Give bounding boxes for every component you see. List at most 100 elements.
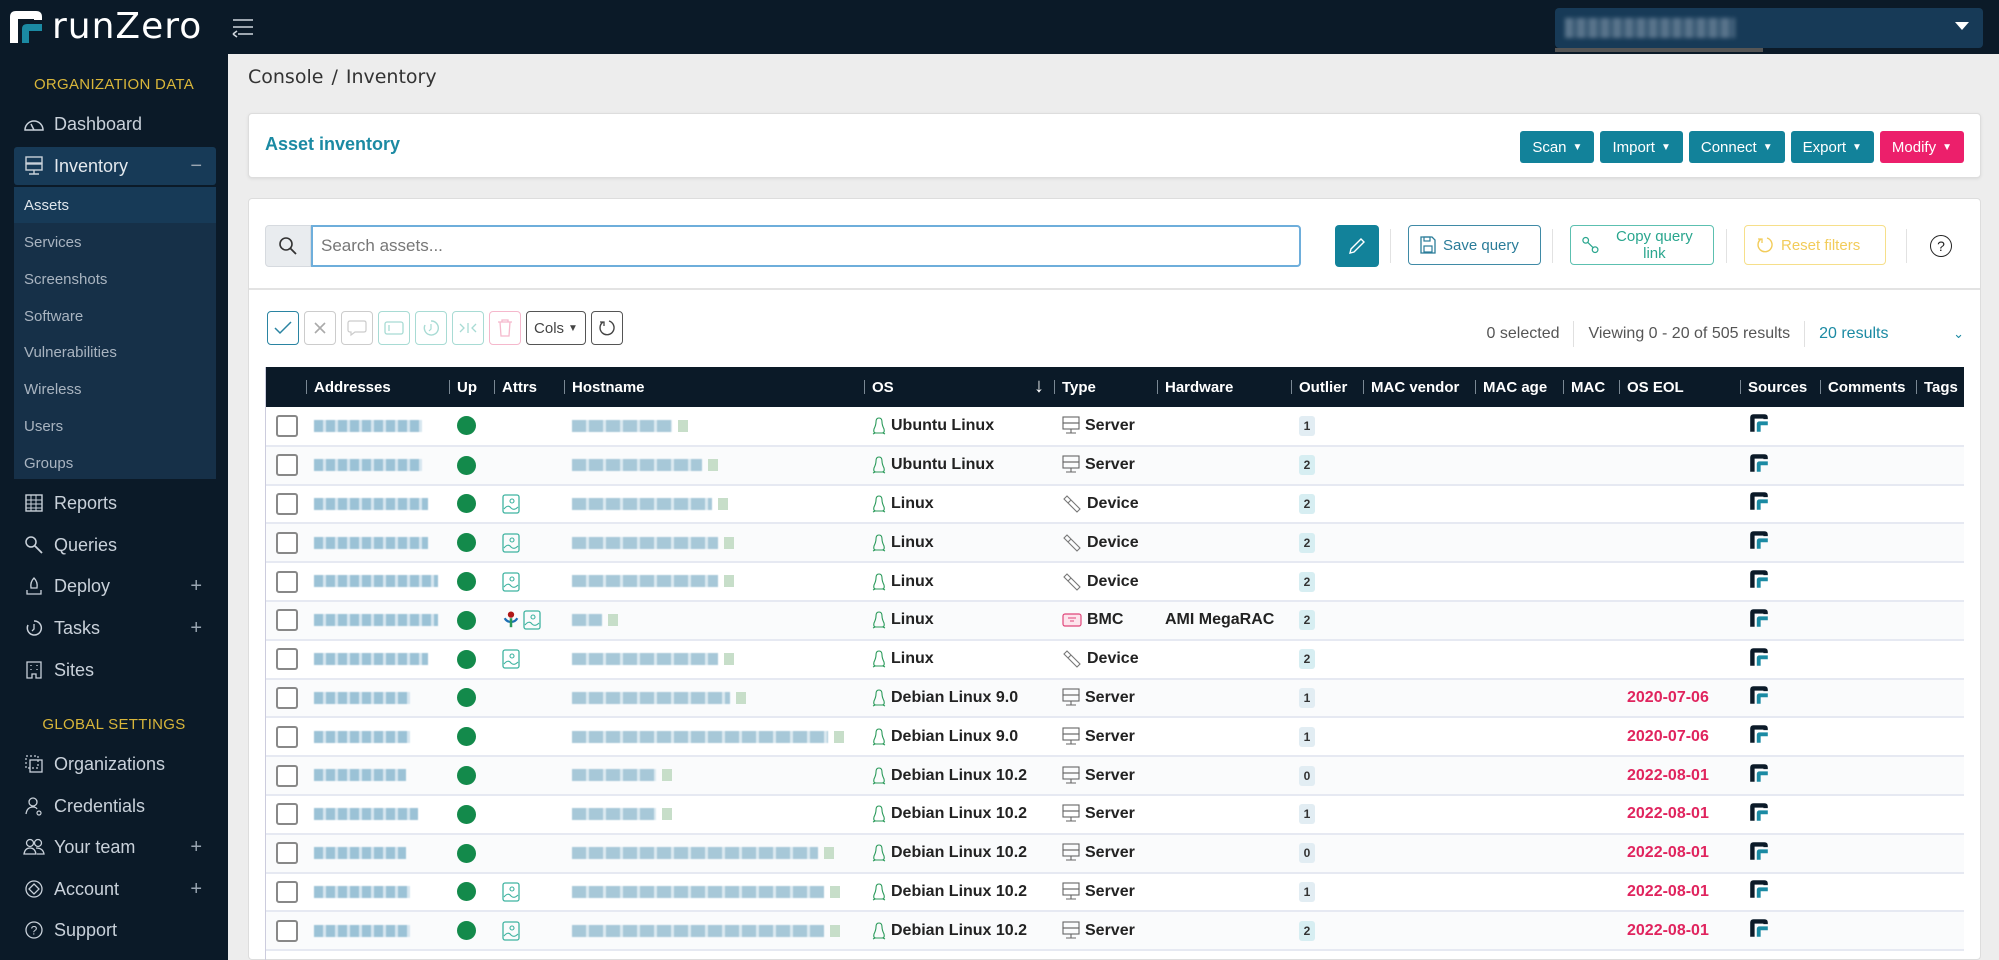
sidebar-item-sites[interactable]: Sites: [14, 651, 216, 689]
hostname-cell[interactable]: [564, 717, 864, 756]
outlier-badge[interactable]: 0: [1299, 765, 1315, 786]
table-row[interactable]: Debian Linux 10.2 Server 1 2022-08-01: [266, 873, 1964, 912]
table-row[interactable]: Linux Device 2: [266, 523, 1964, 563]
address-redacted[interactable]: [314, 769, 406, 782]
os-cell[interactable]: Debian Linux 10.2: [864, 911, 1054, 950]
sidebar-item-dashboard[interactable]: Dashboard: [14, 105, 216, 143]
column-header-os-eol[interactable]: OS EOL: [1619, 367, 1740, 407]
runzero-source-icon[interactable]: [1748, 607, 1770, 629]
sidebar-item-deploy[interactable]: Deploy +: [14, 567, 216, 605]
column-header-hardware[interactable]: Hardware: [1157, 367, 1291, 407]
column-header-mac-vendor[interactable]: MAC vendor: [1363, 367, 1475, 407]
os-cell[interactable]: Linux: [864, 523, 1054, 562]
type-cell[interactable]: BMC: [1054, 601, 1157, 640]
save-query-button[interactable]: Save query: [1408, 225, 1541, 265]
outlier-badge[interactable]: 1: [1299, 881, 1315, 902]
sidebar-subitem-vulnerabilities[interactable]: Vulnerabilities: [14, 334, 216, 370]
runzero-source-icon[interactable]: [1748, 412, 1770, 434]
address-redacted[interactable]: [314, 419, 422, 432]
address-cell[interactable]: [306, 446, 449, 485]
type-cell[interactable]: Server: [1054, 834, 1157, 873]
hostname-cell[interactable]: [564, 640, 864, 679]
merge-button[interactable]: [452, 311, 484, 345]
hostname-redacted[interactable]: [572, 575, 718, 588]
screenshot-icon[interactable]: [523, 610, 541, 631]
outlier-badge[interactable]: 1: [1299, 687, 1315, 708]
collapse-menu-icon[interactable]: [230, 16, 256, 38]
address-redacted[interactable]: [314, 846, 406, 859]
table-row[interactable]: Debian Linux 10.2 Server 0 2022-08-01: [266, 756, 1964, 795]
scan-button[interactable]: Scan ▼: [1520, 131, 1595, 163]
delete-button[interactable]: [489, 311, 521, 345]
address-cell[interactable]: [306, 601, 449, 640]
address-cell[interactable]: [306, 485, 449, 524]
type-cell[interactable]: Server: [1054, 446, 1157, 485]
export-button[interactable]: Export ▼: [1790, 131, 1874, 163]
address-redacted[interactable]: [314, 458, 422, 471]
address-redacted[interactable]: [314, 885, 410, 898]
runzero-source-icon[interactable]: [1748, 801, 1770, 823]
columns-dropdown[interactable]: Cols ▼: [526, 311, 586, 345]
table-row[interactable]: Ubuntu Linux Server 1: [266, 407, 1964, 446]
os-cell[interactable]: Ubuntu Linux: [864, 446, 1054, 485]
outlier-badge[interactable]: 0: [1299, 843, 1315, 864]
edit-query-button[interactable]: [1335, 225, 1379, 267]
hostname-redacted[interactable]: [572, 419, 672, 432]
outlier-badge[interactable]: 1: [1299, 415, 1315, 436]
sidebar-subitem-wireless[interactable]: Wireless: [14, 371, 216, 407]
hostname-redacted[interactable]: [572, 691, 730, 704]
hardware-cell[interactable]: [1157, 717, 1291, 756]
hostname-cell[interactable]: [564, 523, 864, 562]
expand-toggle-icon[interactable]: +: [190, 575, 202, 598]
address-cell[interactable]: [306, 679, 449, 718]
row-checkbox[interactable]: [276, 570, 298, 593]
page-scrollbar[interactable]: [1983, 198, 1999, 960]
sidebar-item-reports[interactable]: Reports: [14, 484, 216, 522]
address-cell[interactable]: [306, 407, 449, 446]
refresh-button[interactable]: [591, 311, 623, 345]
address-cell[interactable]: [306, 911, 449, 950]
type-cell[interactable]: Device: [1054, 485, 1157, 524]
hostname-cell[interactable]: [564, 911, 864, 950]
organization-selector[interactable]: [1555, 8, 1983, 52]
row-checkbox[interactable]: [276, 725, 298, 748]
type-cell[interactable]: Server: [1054, 756, 1157, 795]
expand-toggle-icon[interactable]: +: [190, 878, 202, 901]
column-header-comments[interactable]: Comments: [1820, 367, 1916, 407]
type-cell[interactable]: Server: [1054, 679, 1157, 718]
type-cell[interactable]: Server: [1054, 717, 1157, 756]
select-all-button[interactable]: [267, 311, 299, 345]
column-header-tags[interactable]: Tags: [1916, 367, 1964, 407]
runzero-source-icon[interactable]: [1748, 529, 1770, 551]
os-cell[interactable]: Linux: [864, 485, 1054, 524]
modify-button[interactable]: Modify ▼: [1879, 131, 1964, 163]
screenshot-icon[interactable]: [502, 494, 520, 514]
row-checkbox[interactable]: [276, 764, 298, 787]
address-cell[interactable]: [306, 717, 449, 756]
screenshot-icon[interactable]: [502, 882, 520, 902]
sidebar-item-queries[interactable]: Queries: [14, 526, 216, 564]
row-checkbox[interactable]: [276, 919, 298, 942]
table-row[interactable]: Debian Linux 10.2 Server 1 2022-08-01: [266, 795, 1964, 834]
sidebar-item-account[interactable]: Account +: [14, 870, 216, 908]
sidebar-subitem-users[interactable]: Users: [14, 408, 216, 444]
table-row[interactable]: Linux Device 2: [266, 562, 1964, 601]
hostname-cell[interactable]: [564, 407, 864, 446]
table-row[interactable]: Debian Linux 10.2 Server 2 2022-08-01: [266, 911, 1964, 951]
hostname-cell[interactable]: [564, 756, 864, 795]
outlier-badge[interactable]: 2: [1299, 571, 1315, 592]
screenshot-icon[interactable]: [502, 921, 520, 941]
row-checkbox[interactable]: [276, 454, 298, 477]
hostname-cell[interactable]: [564, 795, 864, 834]
sidebar-item-credentials[interactable]: Credentials: [14, 787, 216, 825]
hardware-cell[interactable]: AMI MegaRAC: [1157, 601, 1291, 640]
os-cell[interactable]: Debian Linux 10.2: [864, 873, 1054, 912]
runzero-source-icon[interactable]: [1748, 917, 1770, 939]
address-redacted[interactable]: [314, 614, 438, 627]
screenshot-icon[interactable]: [502, 533, 520, 553]
table-row[interactable]: Debian Linux 9.0 Server 1 2020-07-06: [266, 717, 1964, 757]
sidebar-item-support[interactable]: ? Support: [14, 911, 216, 949]
address-redacted[interactable]: [314, 691, 410, 704]
brand-logo[interactable]: runZero: [6, 6, 202, 47]
rescan-button[interactable]: [415, 311, 447, 345]
